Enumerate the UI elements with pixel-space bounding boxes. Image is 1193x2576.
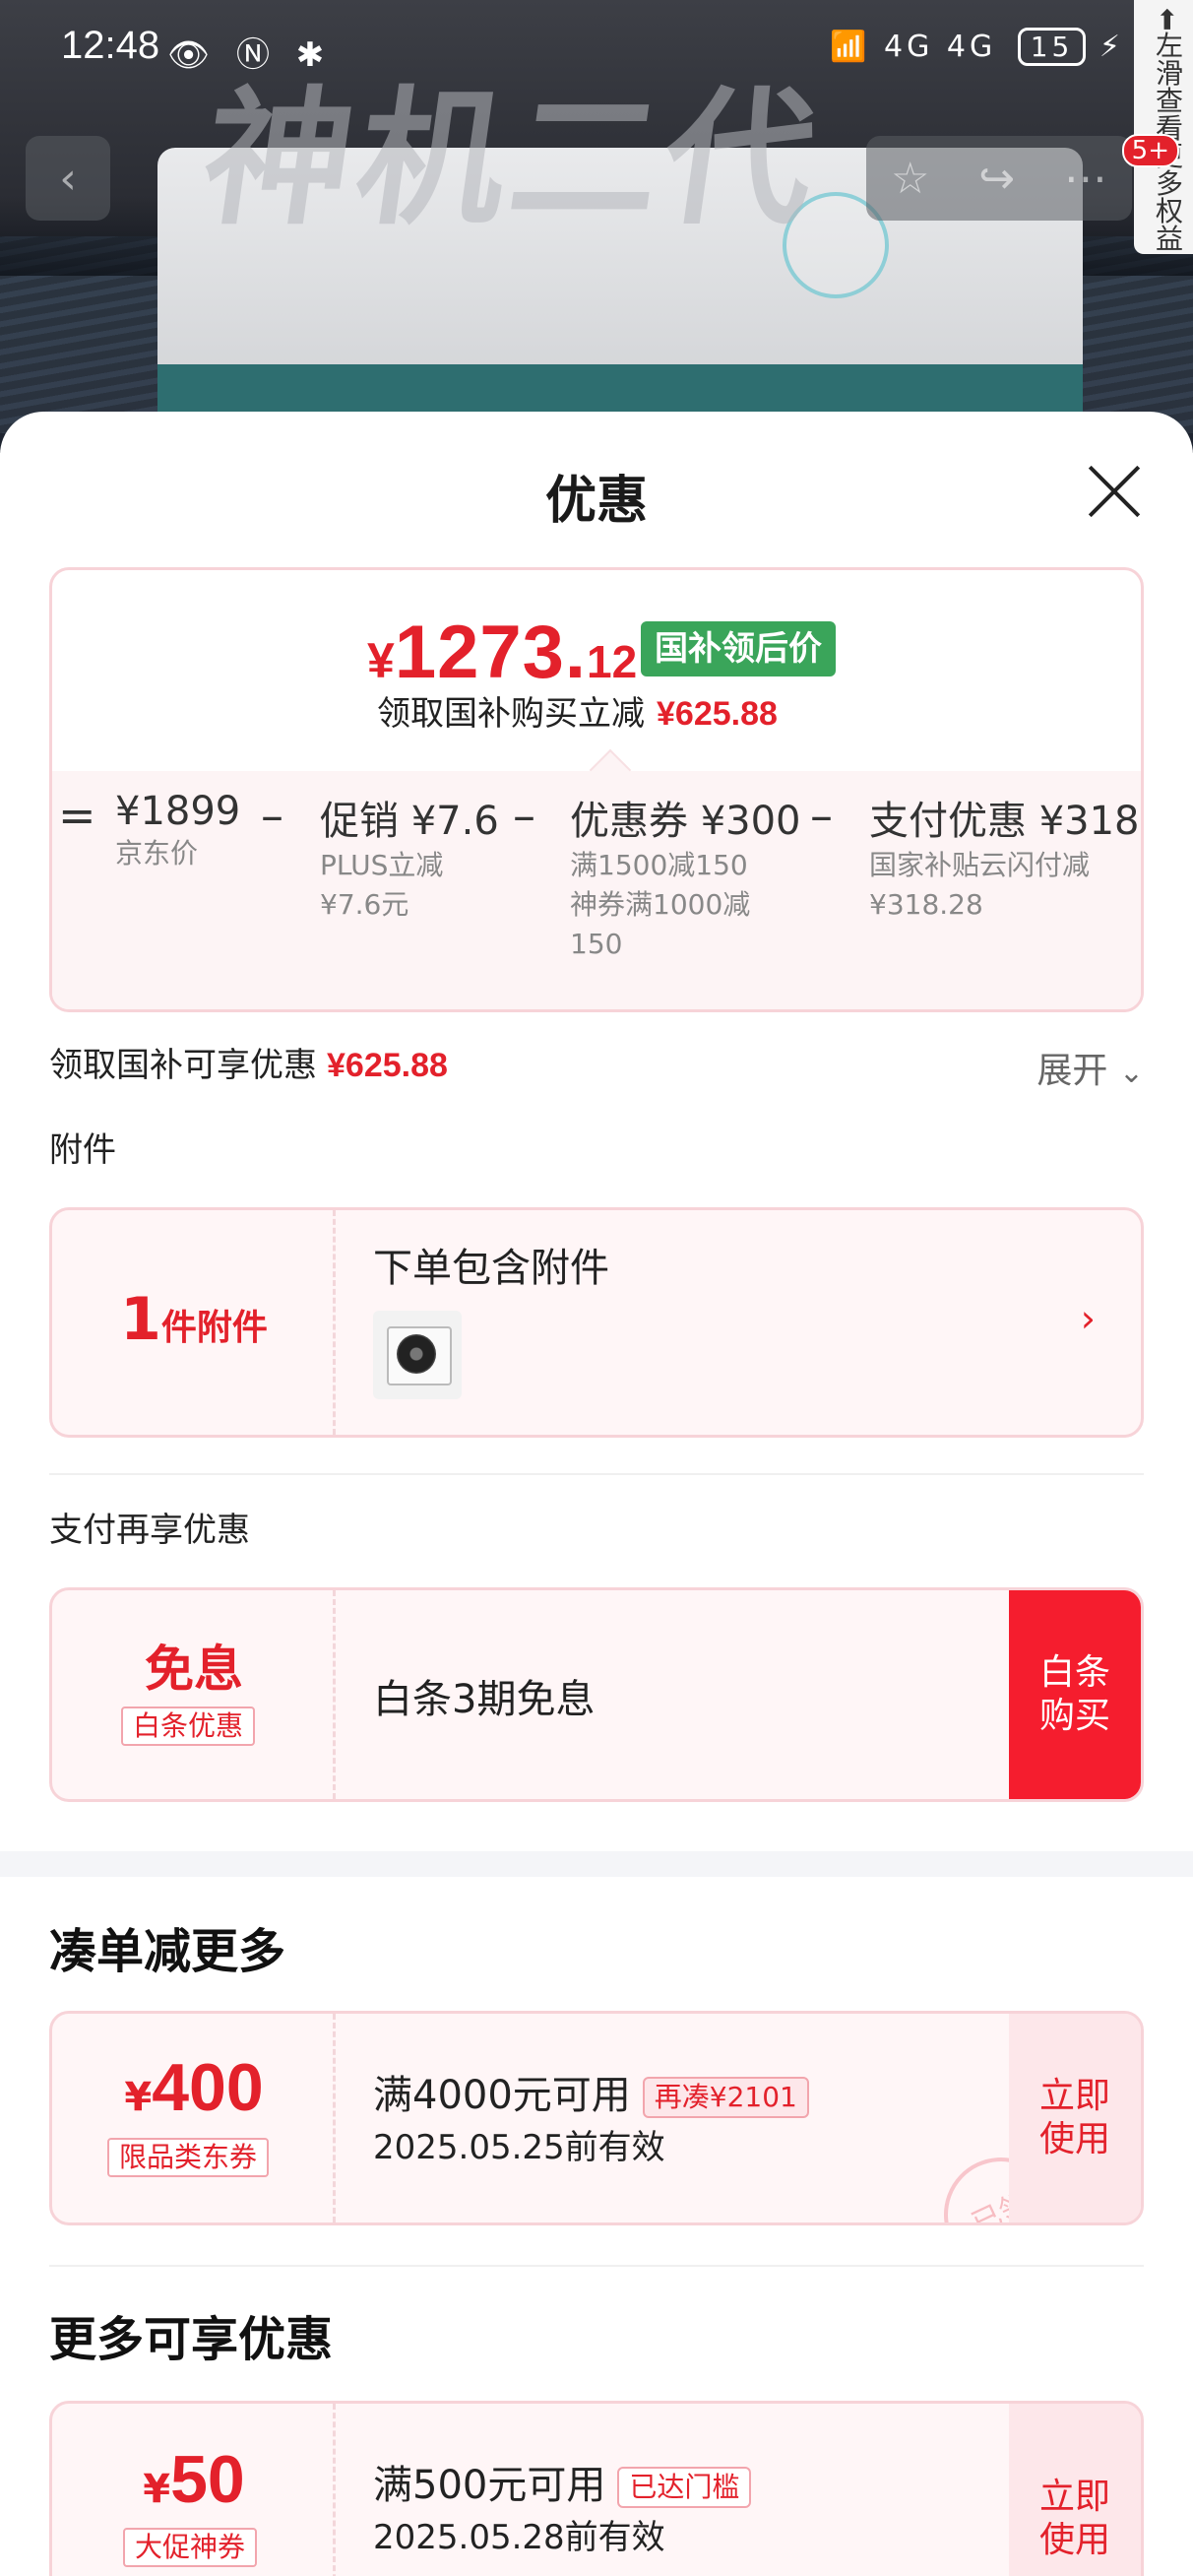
calc-item-jd-price: ¥1899 京东价	[115, 789, 240, 873]
accessory-section-title: 附件	[49, 1130, 116, 1170]
subsidy-subtitle-label: 领取国补购买立减	[377, 694, 645, 734]
share-icon[interactable]: ↪	[978, 154, 1015, 204]
calc-sub: ¥7.6元	[320, 888, 409, 921]
expand-label: 展开	[1036, 1051, 1108, 1091]
side-rights-badge: 5+	[1121, 134, 1179, 167]
use-now-label: 立即使用	[1038, 2076, 1110, 2159]
coupon-condition-label: 满500元可用	[373, 2463, 606, 2508]
more-order-section-title: 凑单减更多	[49, 1924, 286, 1979]
coupon-validity: 2025.05.25前有效	[373, 2128, 665, 2167]
coupon-category-tag: 大促神券	[123, 2528, 258, 2567]
calc-item-coupon: 优惠券 ¥300 满1500减150 神券满1000减 150	[570, 789, 801, 964]
calc-sub: 150	[570, 928, 623, 960]
equals-sign: =	[58, 789, 96, 842]
battery-icon: 15	[1017, 28, 1087, 66]
discount-sheet: 优惠 ¥1273.12 国补领后价 领取国补购买立减 ¥625.88 = ¥189…	[0, 412, 1193, 2576]
use-now-button[interactable]: 立即使用	[1009, 2404, 1141, 2576]
minus-sign: –	[261, 789, 283, 842]
coupon-condition-label: 满4000元可用	[373, 2073, 631, 2118]
baitiao-label: 白条3期免息	[373, 1677, 596, 1722]
calc-sub: 国家补贴云闪付减	[869, 849, 1091, 881]
sheet-title: 优惠	[544, 472, 648, 531]
coupon-amount-number: 400	[152, 2050, 264, 2125]
charging-icon: ⚡	[1099, 30, 1124, 64]
minus-sign: –	[513, 789, 535, 842]
more-icon[interactable]: ⋯	[1064, 154, 1107, 204]
section-gap	[0, 1851, 1193, 1877]
calc-item-promotion: 促销 ¥7.6 PLUS立减 ¥7.6元	[320, 789, 499, 925]
summary-value: ¥625.88	[327, 1047, 448, 1084]
accessory-count-number: 1	[120, 1285, 161, 1354]
baitiao-buy-label: 白条购买	[1038, 1652, 1110, 1736]
expand-button[interactable]: 展开 ⌄	[1036, 1042, 1144, 1093]
coupon-card-50: ¥50 大促神券 满500元可用 已达门槛 2025.05.28前有效 立即使用	[49, 2401, 1144, 2576]
payment-section-title: 支付再享优惠	[49, 1511, 250, 1550]
use-now-label: 立即使用	[1038, 2477, 1110, 2560]
calc-sub: 满1500减150	[570, 849, 748, 881]
coupon-currency: ¥	[143, 2467, 171, 2512]
outdoor-unit-thumbnail	[373, 1311, 462, 1399]
chevron-right-icon: ›	[1080, 1297, 1096, 1340]
minus-label: –	[513, 789, 535, 842]
baitiao-buy-button[interactable]: 白条购买	[1009, 1590, 1141, 1799]
divider	[49, 2265, 1144, 2267]
use-now-button[interactable]: 立即使用	[1009, 2014, 1141, 2222]
baitiao-tag: 白条优惠	[121, 1707, 256, 1746]
price-breakdown: ¥1273.12 国补领后价 领取国补购买立减 ¥625.88 = ¥1899 京…	[49, 567, 1144, 1012]
calc-sub: PLUS立减	[320, 849, 444, 881]
subsidy-summary: 领取国补可享优惠 ¥625.88	[49, 1038, 448, 1086]
summary-label: 领取国补可享优惠	[49, 1046, 317, 1085]
price-currency: ¥	[367, 633, 395, 688]
coupon-amount: ¥50	[52, 2441, 336, 2518]
chevron-down-icon: ⌄	[1118, 1056, 1144, 1090]
accessory-count-unit: 件附件	[160, 1308, 268, 1348]
subsidy-price-badge: 国补领后价	[641, 621, 836, 676]
accessory-count: 1件附件	[52, 1285, 336, 1354]
favorite-icon[interactable]: ☆	[891, 154, 929, 204]
minus-sign: –	[810, 789, 833, 842]
price-decimal: 12	[587, 636, 638, 687]
coupon-category-tag: 限品类东券	[107, 2138, 270, 2177]
back-icon: ‹	[59, 153, 77, 204]
product-actions: ☆ ↪ ⋯	[866, 136, 1132, 221]
close-icon[interactable]	[1085, 463, 1142, 520]
back-button[interactable]: ‹	[26, 136, 110, 221]
calc-item-payment: 支付优惠 ¥318.2 国家补贴云闪付减 ¥318.28	[869, 789, 1141, 925]
coupon-threshold-pill: 已达门槛	[617, 2467, 752, 2508]
minus-label: –	[810, 789, 833, 842]
signal-icons: 📶 4G 4G	[830, 30, 997, 64]
coupon-amount-number: 50	[170, 2442, 245, 2517]
calc-sub: 神券满1000减	[570, 888, 751, 921]
price-integer: 1273.	[394, 611, 587, 694]
accessory-label: 下单包含附件	[373, 1246, 609, 1291]
baitiao-card: 免息 白条优惠 白条3期免息 白条购买	[49, 1587, 1144, 1802]
calc-sub: ¥318.28	[869, 888, 983, 921]
equals-label: =	[58, 789, 96, 842]
accessory-card[interactable]: 1件附件 下单包含附件 ›	[49, 1207, 1144, 1438]
coupon-validity: 2025.05.28前有效	[373, 2518, 665, 2557]
calc-main: 促销 ¥7.6	[320, 799, 499, 844]
coupon-card-400: ¥400 限品类东券 满4000元可用 再凑¥2101 2025.05.25前有效…	[49, 2011, 1144, 2225]
calc-sub: 京东价	[115, 837, 199, 869]
side-rights-tab[interactable]: ⬅左滑查看更多权益	[1134, 0, 1193, 254]
subsidy-subtitle-value: ¥625.88	[657, 695, 778, 733]
coupon-amount: ¥400	[52, 2049, 336, 2126]
coupon-currency: ¥	[124, 2075, 153, 2120]
calc-main: 优惠券 ¥300	[570, 799, 801, 844]
status-left-icons: 👁 Ⓝ ✱	[167, 35, 333, 75]
more-offers-section-title: 更多可享优惠	[49, 2312, 334, 2367]
minus-label: –	[261, 789, 283, 842]
subsidy-subtitle: 领取国补购买立减 ¥625.88	[377, 686, 778, 735]
coupon-condition: 满4000元可用 再凑¥2101	[373, 2063, 809, 2120]
coupon-needed-pill: 再凑¥2101	[642, 2077, 809, 2118]
interest-free-title: 免息	[145, 1641, 243, 1698]
calc-main: ¥1899	[115, 789, 241, 834]
final-price: ¥1273.12	[367, 610, 637, 695]
calc-main: 支付优惠 ¥318.2	[869, 799, 1141, 844]
status-bar: 12:48 👁 Ⓝ ✱ 📶 4G 4G 15 ⚡	[0, 0, 1193, 95]
divider	[49, 1473, 1144, 1475]
status-time: 12:48	[61, 24, 160, 67]
status-right-icons: 📶 4G 4G 15 ⚡	[830, 28, 1124, 66]
coupon-condition: 满500元可用 已达门槛	[373, 2453, 752, 2510]
